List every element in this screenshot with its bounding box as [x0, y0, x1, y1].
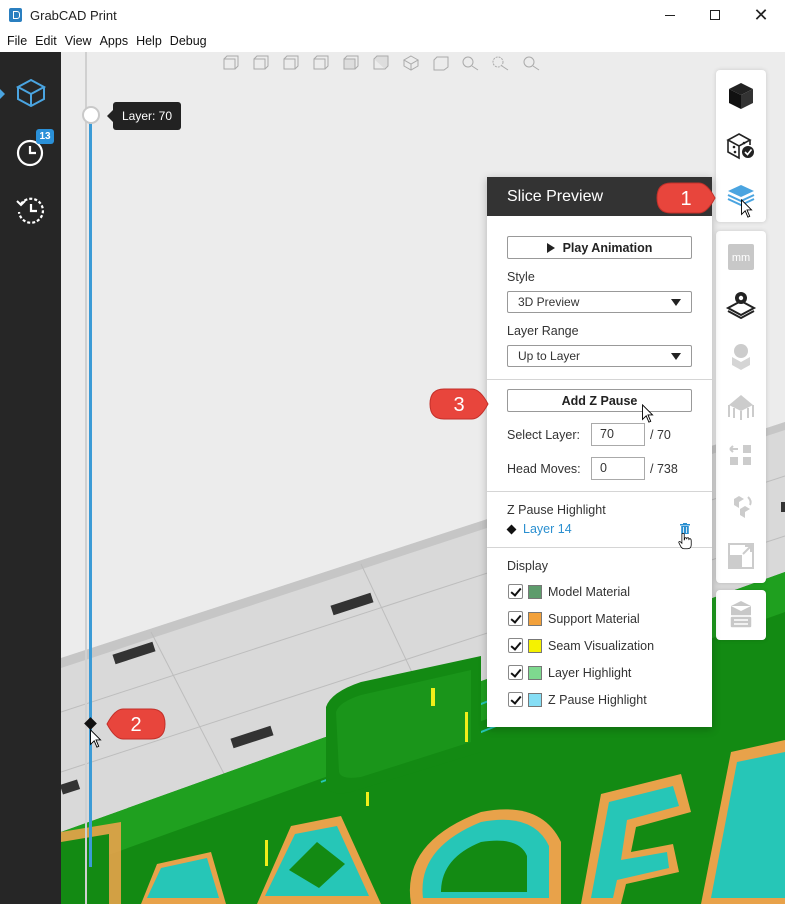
- z-pause-highlight-swatch: [528, 693, 542, 707]
- view-back-icon[interactable]: [250, 53, 272, 73]
- scale-icon[interactable]: [725, 540, 757, 572]
- callout-2: 2: [105, 707, 167, 741]
- view-top-icon[interactable]: [340, 53, 362, 73]
- history-icon[interactable]: [13, 192, 49, 228]
- tray-preview-icon[interactable]: [725, 130, 757, 162]
- support-material-label: Support Material: [548, 612, 640, 626]
- menu-edit[interactable]: Edit: [35, 34, 57, 48]
- slice-preview-panel: Slice Preview Play Animation Style 3D Pr…: [487, 177, 712, 727]
- align-icon[interactable]: [725, 440, 757, 472]
- view-iso-icon[interactable]: [400, 53, 422, 73]
- rotate-icon[interactable]: [725, 490, 757, 522]
- style-select[interactable]: 3D Preview: [507, 291, 692, 313]
- maximize-button[interactable]: [692, 0, 738, 30]
- mouse-cursor-icon: [90, 729, 102, 748]
- active-nav-indicator: [0, 89, 5, 99]
- title-bar: GrabCAD Print ✕: [0, 0, 785, 30]
- menu-bar: File Edit View Apps Help Debug: [0, 30, 785, 52]
- callout-3-number: 3: [453, 394, 465, 416]
- view-iso-alt-icon[interactable]: [430, 53, 452, 73]
- zoom-fit-icon[interactable]: [460, 53, 482, 73]
- units-label: mm: [732, 252, 750, 264]
- view-bottom-icon[interactable]: [370, 53, 392, 73]
- view-left-icon[interactable]: [280, 53, 302, 73]
- support-settings-icon[interactable]: [725, 340, 757, 372]
- layer-slider-handle[interactable]: [82, 106, 100, 124]
- menu-debug[interactable]: Debug: [170, 34, 207, 48]
- zoom-selection-icon[interactable]: [490, 53, 512, 73]
- callout-1: 1: [655, 181, 717, 215]
- surface-icon[interactable]: [725, 390, 757, 422]
- divider: [487, 491, 712, 492]
- prepare-icon[interactable]: [13, 75, 49, 111]
- menu-view[interactable]: View: [65, 34, 92, 48]
- z-pause-highlight-label: Z Pause Highlight: [507, 503, 606, 517]
- window-title: GrabCAD Print: [30, 8, 117, 23]
- style-select-value: 3D Preview: [518, 295, 580, 309]
- style-label: Style: [507, 270, 535, 284]
- layer-slider-rail: [85, 52, 87, 904]
- model-material-checkbox[interactable]: [508, 584, 523, 599]
- left-sidebar: 13: [0, 52, 61, 904]
- units-icon[interactable]: mm: [725, 241, 757, 273]
- hand-cursor-icon: [678, 532, 692, 550]
- view-right-icon[interactable]: [310, 53, 332, 73]
- select-layer-label: Select Layer:: [507, 428, 580, 442]
- layer-highlight-swatch: [528, 666, 542, 680]
- print-settings-icon[interactable]: [725, 289, 757, 321]
- job-info-icon[interactable]: [725, 599, 757, 631]
- divider: [487, 379, 712, 380]
- minimize-button[interactable]: [647, 0, 693, 30]
- z-pause-highlight-checkbox[interactable]: [508, 692, 523, 707]
- chevron-down-icon: [671, 353, 681, 360]
- z-pause-highlight-display-label: Z Pause Highlight: [548, 693, 647, 707]
- layer-range-select-value: Up to Layer: [518, 349, 581, 363]
- model-view-icon[interactable]: [725, 80, 757, 112]
- play-icon: [546, 242, 555, 253]
- layer-slider-track[interactable]: [89, 115, 92, 867]
- layer-range-select[interactable]: Up to Layer: [507, 345, 692, 367]
- zoom-area-icon[interactable]: [520, 53, 542, 73]
- layer-highlight-checkbox[interactable]: [508, 665, 523, 680]
- add-z-pause-button[interactable]: Add Z Pause: [507, 389, 692, 412]
- seam-visualization-checkbox[interactable]: [508, 638, 523, 653]
- callout-3: 3: [428, 387, 490, 421]
- select-layer-input[interactable]: 70: [591, 423, 645, 446]
- model-material-swatch: [528, 585, 542, 599]
- select-layer-total: / 70: [650, 428, 671, 442]
- chevron-down-icon: [671, 299, 681, 306]
- grabcad-logo-icon: [9, 8, 22, 22]
- head-moves-total: / 738: [650, 462, 678, 476]
- view-front-icon[interactable]: [220, 53, 242, 73]
- z-pause-layer-link[interactable]: Layer 14: [523, 522, 572, 536]
- menu-help[interactable]: Help: [136, 34, 162, 48]
- z-pause-diamond-icon: [506, 524, 517, 535]
- support-material-swatch: [528, 612, 542, 626]
- add-z-pause-label: Add Z Pause: [561, 393, 638, 408]
- view-toolbar: [220, 52, 542, 74]
- support-material-checkbox[interactable]: [508, 611, 523, 626]
- layer-tooltip: Layer: 70: [106, 102, 182, 130]
- play-animation-label: Play Animation: [562, 240, 653, 255]
- seam-visualization-label: Seam Visualization: [548, 639, 655, 653]
- play-animation-button[interactable]: Play Animation: [507, 236, 692, 259]
- close-button[interactable]: ✕: [738, 0, 784, 30]
- head-moves-label: Head Moves:: [507, 462, 581, 476]
- pointer-cursor-icon: [741, 199, 753, 218]
- menu-apps[interactable]: Apps: [100, 34, 129, 48]
- callout-2-number: 2: [130, 714, 142, 736]
- arrow-cursor-icon: [642, 404, 654, 423]
- display-label: Display: [507, 559, 548, 573]
- seam-visualization-swatch: [528, 639, 542, 653]
- layer-highlight-label: Layer Highlight: [548, 666, 632, 680]
- head-moves-input[interactable]: 0: [591, 457, 645, 480]
- layer-range-label: Layer Range: [507, 324, 579, 338]
- menu-file[interactable]: File: [7, 34, 27, 48]
- callout-1-number: 1: [680, 188, 692, 210]
- queue-count-badge: 13: [36, 129, 54, 144]
- model-material-label: Model Material: [548, 585, 630, 599]
